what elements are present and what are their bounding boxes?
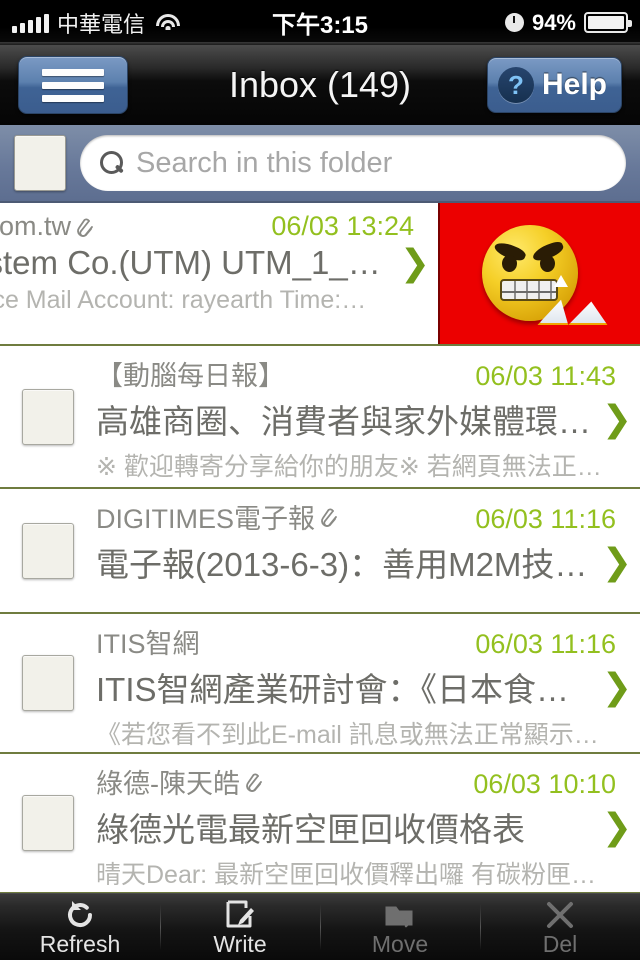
move-button[interactable]: Move xyxy=(320,894,480,960)
help-button-label: Help xyxy=(541,68,607,101)
search-placeholder: Search in this folder xyxy=(136,146,393,179)
mail-select-checkbox[interactable] xyxy=(22,388,74,445)
close-x-icon xyxy=(545,896,575,930)
navigation-bar: Inbox (149) ? Help xyxy=(0,45,640,125)
disclosure-chevron-icon[interactable]: ❯ xyxy=(594,401,640,437)
mail-sender: oft.com.tw xyxy=(0,211,97,242)
hamburger-menu-button[interactable] xyxy=(18,56,128,114)
mail-subject-line: ITIS智網產業研討會：《日本食品產… ❯ xyxy=(96,663,640,711)
wifi-icon xyxy=(155,13,181,33)
table-row[interactable]: ITIS智網 06/03 11:16 ITIS智網產業研討會：《日本食品產… ❯… xyxy=(0,614,640,754)
battery-icon xyxy=(584,12,632,33)
mail-subject: 綠德光電最新空匣回收價格表 xyxy=(96,811,525,848)
compose-icon xyxy=(224,896,256,930)
angry-face-spam-icon xyxy=(480,219,600,329)
alarm-clock-icon xyxy=(504,13,524,32)
select-all-checkbox[interactable] xyxy=(14,135,66,191)
write-label: Write xyxy=(213,931,267,957)
mail-row-body: 【動腦每日報】 06/03 11:43 高雄商圈、消費者與家外媒體環境… ❯ ※… xyxy=(96,346,640,487)
battery-percent-label: 94% xyxy=(531,9,576,35)
hamburger-menu-icon xyxy=(42,68,104,76)
mail-row-checkbox-cell xyxy=(0,754,96,892)
mail-subject-line: 高雄商圈、消費者與家外媒體環境… ❯ xyxy=(96,395,640,443)
mail-subject-line: 綠德光電最新空匣回收價格表 ❯ xyxy=(96,803,640,851)
mail-date: 06/03 11:16 xyxy=(475,504,616,534)
mail-date: 06/03 11:43 xyxy=(475,361,616,391)
paperclip-icon xyxy=(319,504,341,530)
disclosure-chevron-icon[interactable]: ❯ xyxy=(594,544,640,580)
disclosure-chevron-icon[interactable]: ❯ xyxy=(594,669,640,705)
mail-sender: 【動腦每日報】 xyxy=(96,361,285,391)
paperclip-icon xyxy=(75,214,97,240)
mail-row-header: 【動腦每日報】 06/03 11:43 xyxy=(96,354,640,393)
mail-preview: 晴天Dear: 最新空匣回收價釋出囉 有碳粉匣成品或 xyxy=(96,861,640,889)
mail-sender: DIGITIMES電子報 xyxy=(96,497,341,536)
mail-preview: ※ 歡迎轉寄分享給你的朋友※ 若網頁無法正常顯示… xyxy=(96,453,640,481)
signal-bars-icon xyxy=(12,13,49,33)
mail-preview: Notice Mail Account: rayearth Time:… xyxy=(0,286,367,314)
mail-row-header: DIGITIMES電子報 06/03 11:16 xyxy=(96,497,640,536)
folder-move-icon xyxy=(383,896,417,930)
mail-row-body: oft.com.tw 06/03 13:24 System Co.(UTM) U… xyxy=(0,203,438,344)
mail-select-checkbox[interactable] xyxy=(22,655,74,711)
table-row[interactable]: DIGITIMES電子報 06/03 11:16 電子報(2013-6-3)：善… xyxy=(0,489,640,614)
mail-row-checkbox-cell xyxy=(0,489,96,612)
table-row[interactable]: 綠德-陳天皓 06/03 10:10 綠德光電最新空匣回收價格表 ❯ 晴天Dea… xyxy=(0,754,640,894)
move-label: Move xyxy=(371,931,429,957)
table-row[interactable]: 【動腦每日報】 06/03 11:43 高雄商圈、消費者與家外媒體環境… ❯ ※… xyxy=(0,346,640,489)
mail-subject: System Co.(UTM) UTM_1_… xyxy=(0,244,381,281)
mail-date: 06/03 11:16 xyxy=(475,629,616,659)
mail-row-content[interactable]: oft.com.tw 06/03 13:24 System Co.(UTM) U… xyxy=(0,203,438,344)
disclosure-chevron-icon[interactable]: ❯ xyxy=(392,245,438,281)
mail-select-checkbox[interactable] xyxy=(22,522,74,579)
status-bar-right: 94% xyxy=(504,9,632,36)
mail-row-header: 綠德-陳天皓 06/03 10:10 xyxy=(96,762,640,801)
mail-list[interactable]: oft.com.tw 06/03 13:24 System Co.(UTM) U… xyxy=(0,203,640,894)
mail-preview: 《若您看不到此E-mail 訊息或無法正常顯示，… xyxy=(96,721,624,749)
status-bar-left: 中華電信 xyxy=(12,7,181,39)
mail-row-header: ITIS智網 06/03 11:16 xyxy=(96,622,640,661)
refresh-button[interactable]: Refresh xyxy=(0,894,160,960)
mail-date: 06/03 10:10 xyxy=(473,769,616,799)
mail-sender: ITIS智網 xyxy=(96,629,200,659)
refresh-label: Refresh xyxy=(39,931,121,957)
question-mark-icon: ? xyxy=(497,67,534,103)
paperclip-icon xyxy=(244,769,266,795)
mail-sender: 綠德-陳天皓 xyxy=(96,762,266,801)
mail-row-body: DIGITIMES電子報 06/03 11:16 電子報(2013-6-3)：善… xyxy=(96,489,640,612)
delete-label: Del xyxy=(542,931,578,957)
search-bar: Search in this folder xyxy=(0,125,640,203)
carrier-label: 中華電信 xyxy=(57,11,146,37)
disclosure-chevron-icon[interactable]: ❯ xyxy=(594,809,640,845)
mail-subject-line: 電子報(2013-6-3)：善用M2M技術實… ❯ xyxy=(96,538,640,586)
search-icon xyxy=(100,151,124,175)
search-input[interactable]: Search in this folder xyxy=(80,135,626,191)
mail-date: 06/03 13:24 xyxy=(271,211,414,241)
mail-subject: ITIS智網產業研討會：《日本食品產… xyxy=(96,671,594,708)
mail-row-body: ITIS智網 06/03 11:16 ITIS智網產業研討會：《日本食品產… ❯… xyxy=(96,614,640,752)
write-button[interactable]: Write xyxy=(160,894,320,960)
bottom-toolbar: Refresh Write Move Del xyxy=(0,893,640,960)
mail-row-header: oft.com.tw 06/03 13:24 xyxy=(0,211,438,242)
status-bar: 中華電信 下午3:15 94% xyxy=(0,0,640,45)
mail-select-checkbox[interactable] xyxy=(22,795,74,851)
refresh-icon xyxy=(63,896,97,930)
spam-action-panel[interactable] xyxy=(438,203,640,344)
mail-row-body: 綠德-陳天皓 06/03 10:10 綠德光電最新空匣回收價格表 ❯ 晴天Dea… xyxy=(96,754,640,892)
table-row[interactable]: oft.com.tw 06/03 13:24 System Co.(UTM) U… xyxy=(0,203,640,346)
mail-subject-line: System Co.(UTM) UTM_1_… ❯ xyxy=(0,244,438,282)
delete-button[interactable]: Del xyxy=(480,894,640,960)
mail-subject: 電子報(2013-6-3)：善用M2M技術實… xyxy=(96,546,594,583)
mail-row-checkbox-cell xyxy=(0,346,96,487)
help-button[interactable]: ? Help xyxy=(486,57,622,113)
mail-subject: 高雄商圈、消費者與家外媒體環境… xyxy=(96,403,594,440)
mail-row-checkbox-cell xyxy=(0,614,96,752)
